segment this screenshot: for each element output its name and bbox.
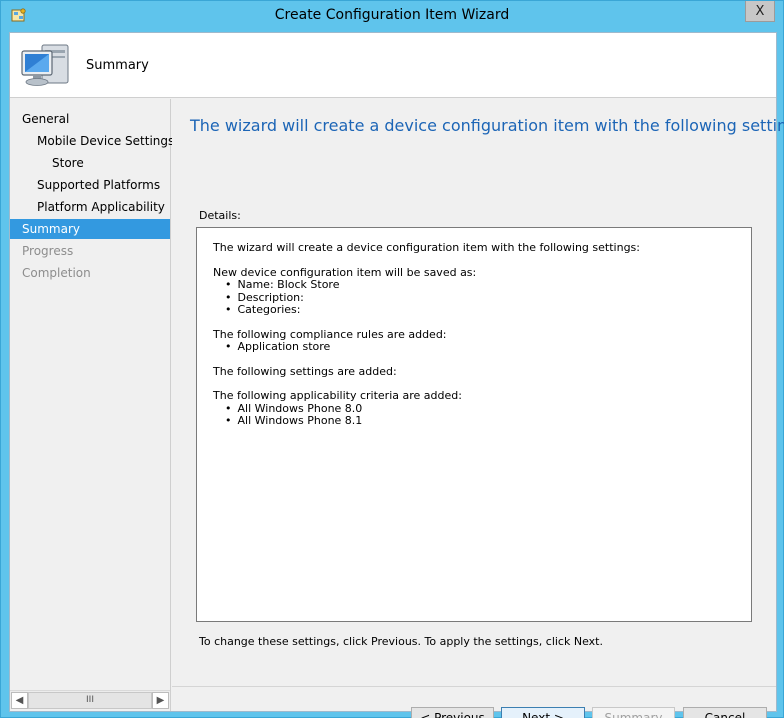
nav-item-mobile-device-settings[interactable]: Mobile Device Settings <box>37 131 174 151</box>
nav-horizontal-scrollbar[interactable]: ◀ III ▶ <box>10 690 170 709</box>
list-item: Categories: <box>213 303 735 317</box>
list-item: Name: Block Store <box>213 278 735 292</box>
nav-item-general[interactable]: General <box>22 109 69 129</box>
wizard-content-pane: The wizard will create a device configur… <box>172 99 784 718</box>
header-title: Summary <box>86 58 149 73</box>
details-textbox[interactable]: The wizard will create a device configur… <box>196 227 752 622</box>
nav-item-summary[interactable]: Summary <box>10 219 170 239</box>
nav-item-progress: Progress <box>22 244 74 258</box>
wizard-client-area: Summary General Mobile Device Settings S… <box>9 32 784 718</box>
title-bar[interactable]: Create Configuration Item Wizard X <box>1 1 783 32</box>
applicability-heading: The following applicability criteria are… <box>213 389 462 402</box>
wizard-window: Create Configuration Item Wizard X Summa… <box>0 0 784 718</box>
wizard-nav-pane: General Mobile Device Settings Store Sup… <box>10 99 174 711</box>
close-button[interactable]: X <box>745 1 775 22</box>
nav-item-platform-applicability[interactable]: Platform Applicability <box>37 197 165 217</box>
summary-button: Summary <box>592 707 675 718</box>
footer-divider <box>172 686 776 687</box>
nav-item-store[interactable]: Store <box>52 153 84 173</box>
window-title: Create Configuration Item Wizard <box>274 7 510 23</box>
instruction-hint: To change these settings, click Previous… <box>199 635 603 648</box>
previous-button[interactable]: < Previous <box>411 707 494 718</box>
nav-item-supported-platforms[interactable]: Supported Platforms <box>37 175 160 195</box>
cancel-button[interactable]: Cancel <box>683 707 767 718</box>
computer-monitor-icon <box>18 41 74 91</box>
scroll-left-arrow-icon[interactable]: ◀ <box>11 692 28 709</box>
scroll-thumb[interactable]: III <box>28 692 152 709</box>
list-item: Application store <box>213 340 735 354</box>
details-label: Details: <box>199 209 241 222</box>
wizard-header: Summary <box>10 33 776 98</box>
next-button[interactable]: Next > <box>501 707 585 718</box>
page-title: The wizard will create a device configur… <box>190 116 784 135</box>
settings-heading: The following settings are added: <box>213 364 397 378</box>
list-item: All Windows Phone 8.1 <box>213 414 735 428</box>
details-intro: The wizard will create a device configur… <box>213 241 640 254</box>
nav-item-completion: Completion <box>22 266 91 280</box>
scroll-right-arrow-icon[interactable]: ▶ <box>152 692 169 709</box>
